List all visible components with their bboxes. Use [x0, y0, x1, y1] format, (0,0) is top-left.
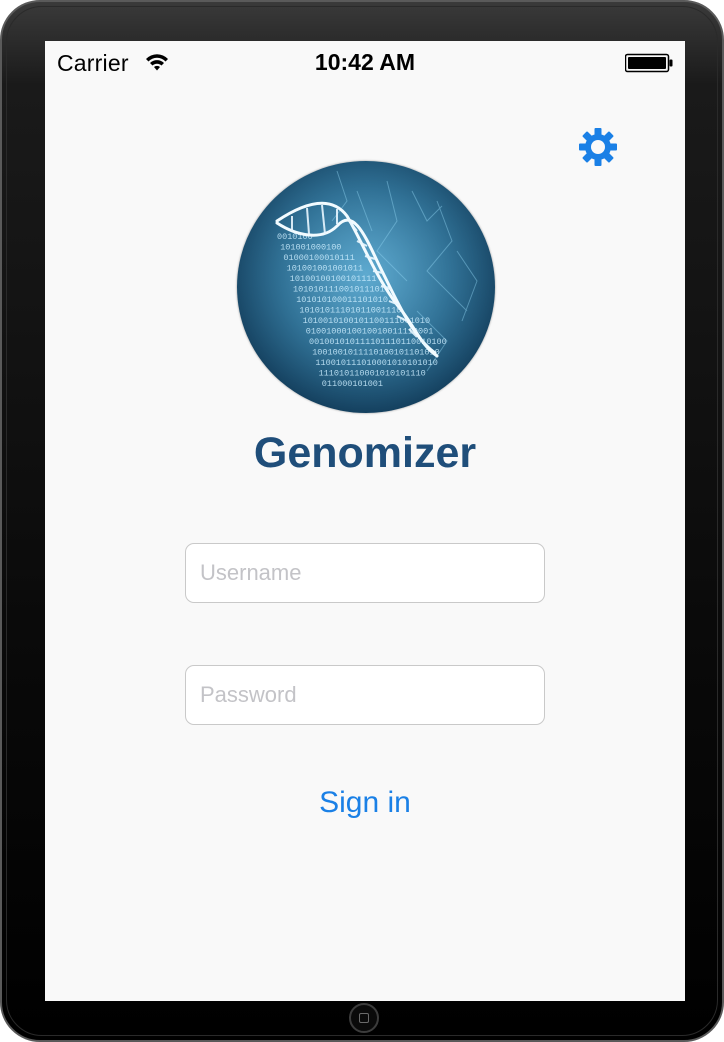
clock: 10:42 AM [314, 49, 416, 75]
logo-binary-line: 10100100100101111 [290, 274, 377, 284]
app-title: Genomizer [253, 429, 477, 477]
status-bar: Carrier 10:42 AM [45, 41, 685, 83]
password-field[interactable] [185, 665, 545, 725]
battery-icon [625, 53, 673, 73]
logo-binary-line: 101001001001011 [287, 264, 364, 274]
logo-binary-line: 101001000100 [280, 243, 341, 253]
logo-binary-line: 1001001011110100101101010 [312, 348, 440, 358]
app-screen: Carrier 10:42 AM 0010100 101001000100 01… [45, 41, 685, 1001]
logo-binary-line: 101010100011101010 [296, 295, 388, 305]
sign-in-button[interactable]: Sign in [265, 779, 465, 827]
logo-binary-line: 111010110001010101110 [319, 369, 426, 379]
logo-binary-line: 110010111010001010101010 [315, 358, 437, 368]
logo-binary-line: 1010101110010111010 [293, 285, 390, 295]
username-field[interactable] [185, 543, 545, 603]
logo-binary-line: 011000101001 [322, 379, 383, 389]
dna-helix-logo: 0010100 101001000100 01000100010111 1010010… [237, 161, 495, 413]
ipad-frame: Carrier 10:42 AM 0010100 101001000100 01… [0, 0, 724, 1042]
logo-binary-line: 01000100010111 [283, 253, 354, 263]
home-button-icon [359, 1013, 369, 1023]
logo-binary-line: 10101011101011001110 [299, 306, 401, 316]
home-button[interactable] [349, 1003, 379, 1033]
gear-icon[interactable] [578, 127, 618, 167]
